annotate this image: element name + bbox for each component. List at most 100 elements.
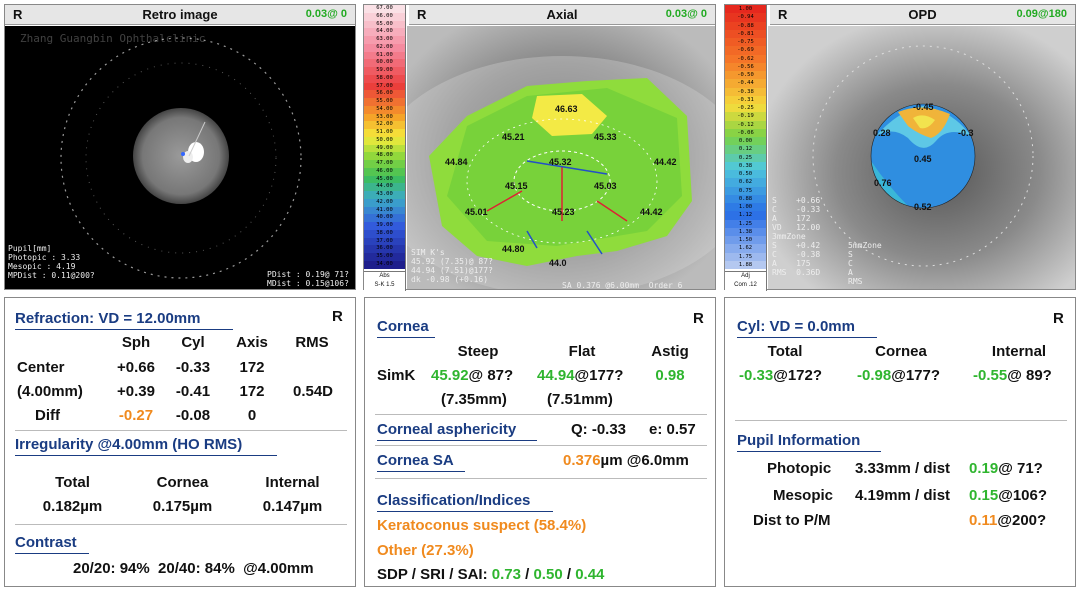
axial-value: 44.84 [445, 157, 468, 167]
sdp-label: SDP / SRI / SAI: [377, 566, 492, 583]
scale-cell: 1.50 [725, 236, 766, 245]
divider [375, 478, 707, 479]
scale-cell: -0.31 [725, 95, 766, 104]
sa-rest: µm @6.0mm [600, 452, 689, 469]
scale-cell: 0.50 [725, 170, 766, 179]
title-underline [377, 471, 465, 472]
scale-cell: 47.00 [364, 160, 405, 168]
scale-cell: 67.00 [364, 5, 405, 13]
cornea-value: -0.98 [857, 367, 892, 384]
irreg-col-internal: Internal [265, 474, 320, 491]
col-sph: Sph [121, 334, 151, 351]
scale-cell: 53.00 [364, 113, 405, 122]
pupil-info-title: Pupil Information [737, 432, 861, 449]
scale-cell: 49.00 [364, 144, 405, 153]
photopic-val: 0.19 [969, 460, 999, 477]
photopic-label: Photopic [767, 460, 832, 477]
scale-cell: 51.00 [364, 129, 405, 137]
panel-value: 0.03@ 0 [305, 8, 347, 20]
opd-value: 0.45 [914, 154, 932, 164]
scale-cell: 41.00 [364, 206, 405, 215]
opd-refraction-info: S +0.66 C -0.33 A 172 VD 12.00 3mmZone S… [772, 196, 821, 277]
classification-1: Keratoconus suspect (58.4%) [377, 517, 587, 534]
row-label-diff: Diff [35, 407, 60, 424]
scale-cell: 1.25 [725, 219, 766, 228]
axial-value: 44.80 [502, 244, 525, 254]
axial-value: 45.03 [594, 181, 617, 191]
sa-number: 0.376 [563, 452, 601, 469]
internal-axis: @ 89? [1007, 367, 1052, 384]
scale-cell: 0.00 [725, 137, 766, 146]
axial-footer: SA 0.376 @6.00mm Order 6 [562, 281, 683, 289]
cyl-panel: Cyl: VD = 0.0mm R Total Cornea Internal … [724, 297, 1076, 587]
scale-cell: 1.38 [725, 227, 766, 236]
flat-mm: (7.51mm) [547, 391, 613, 408]
classification-2: Other (27.3%) [377, 542, 474, 559]
4mm-rms: 0.54D [292, 383, 334, 400]
cornea-panel: Cornea R Steep Flat Astig SimK 45.92@ 87… [364, 297, 716, 587]
scale-cell: 45.00 [364, 175, 405, 184]
refraction-panel: Refraction: VD = 12.00mm R Sph Cyl Axis … [4, 297, 356, 587]
scale-cell: 64.00 [364, 28, 405, 36]
classification-title: Classification/Indices [377, 492, 531, 509]
sdp-sri-sai: SDP / SRI / SAI: 0.73 / 0.50 / 0.44 [377, 566, 605, 583]
photopic-size: 3.33mm / dist [855, 460, 951, 477]
retro-image[interactable]: Zhang Guangbin Ophthalclinic Pupil[mm] P… [5, 26, 355, 289]
opd-map[interactable]: -0.45 0.28 -0.3 0.45 0.76 0.52 S +0.66 C… [768, 26, 1075, 289]
scale-cell: 58.00 [364, 74, 405, 83]
scale-cell: 44.00 [364, 183, 405, 191]
scale-cell: 0.38 [725, 161, 766, 170]
irreg-col-total: Total [55, 474, 90, 491]
scale-cell: 54.00 [364, 105, 405, 114]
axial-value: 45.23 [552, 207, 575, 217]
scale-cell: 63.00 [364, 36, 405, 44]
cyl-internal-value: -0.55@ 89? [973, 367, 1052, 384]
steep-axis: @ 87? [468, 367, 514, 384]
total-axis: @172? [773, 367, 823, 384]
steep-mm: (7.35mm) [441, 391, 507, 408]
asph-e: e: 0.57 [649, 421, 696, 438]
scale-cell: -0.56 [725, 62, 766, 71]
scale-cell: 1.88 [725, 260, 766, 269]
scale-cell: 1.75 [725, 252, 766, 261]
scale-cell: 57.00 [364, 82, 405, 91]
scale-cell: 34.00 [364, 260, 405, 269]
opd-value: -0.3 [958, 128, 974, 138]
divider [15, 430, 347, 431]
eye-label: R [693, 310, 704, 327]
eye-label: R [332, 308, 343, 325]
scale-cell: 48.00 [364, 152, 405, 160]
photopic-dist: 0.19@ 71? [969, 460, 1043, 477]
scale-cell: 66.00 [364, 12, 405, 21]
photopic-axis: @ 71? [998, 460, 1043, 477]
4mm-sph: +0.39 [117, 383, 155, 400]
scale-cell: 43.00 [364, 191, 405, 199]
axial-map[interactable]: 46.63 45.21 45.33 44.84 45.32 44.42 45.1… [407, 26, 715, 289]
simk-steep: 45.92@ 87? [431, 367, 513, 384]
diff-sph: -0.27 [118, 407, 154, 424]
col-flat: Flat [568, 343, 596, 360]
dist-val: 0.11 [969, 512, 998, 529]
title-underline [737, 451, 881, 452]
scale-cell: 40.00 [364, 214, 405, 222]
scale-cell: 46.00 [364, 167, 405, 176]
cyl-cornea-value: -0.98@177? [857, 367, 940, 384]
scale-cell: -0.44 [725, 79, 766, 88]
irreg-total: 0.182µm [42, 498, 103, 515]
cornea-sa-title: Cornea SA [377, 452, 454, 469]
diff-axis: 0 [247, 407, 257, 424]
scale-cell: 62.00 [364, 43, 405, 52]
axial-panel: R Axial 0.03@ 0 67.00 66.00 65.00 64.00 63.0… [363, 4, 716, 291]
col-internal: Internal [991, 343, 1047, 360]
center-sph: +0.66 [117, 359, 155, 376]
astig-value: 0.98 [655, 367, 685, 384]
divider [15, 524, 347, 525]
irregularity-title: Irregularity @4.00mm (HO RMS) [15, 436, 243, 453]
cornea-axis: @177? [891, 367, 941, 384]
scale-cell: -0.88 [725, 21, 766, 30]
scale-cell: -0.38 [725, 87, 766, 96]
axial-value: 44.0 [549, 258, 567, 268]
axial-value: 46.63 [555, 104, 578, 114]
axial-value: 45.33 [594, 132, 617, 142]
contrast-title: Contrast [15, 534, 77, 551]
